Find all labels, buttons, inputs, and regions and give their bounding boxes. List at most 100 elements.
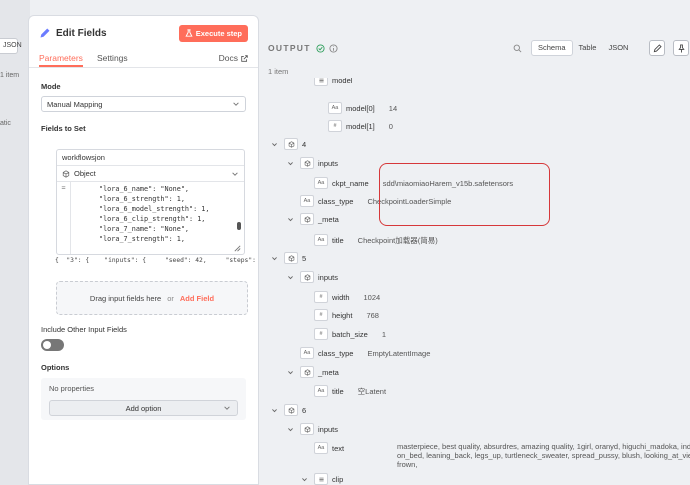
string-type-icon: Aa (314, 442, 328, 454)
string-type-icon: Aa (314, 177, 328, 189)
schema-key: text (332, 443, 345, 453)
object-type-icon (300, 271, 314, 283)
docs-link[interactable]: Docs (219, 53, 248, 67)
code-line: "lora_7_strength": 1, (99, 235, 185, 243)
view-schema[interactable]: Schema (531, 40, 573, 56)
schema-key: _meta (318, 214, 339, 224)
schema-key: inputs (318, 158, 339, 168)
schema-value: EmptyLatentImage (367, 348, 431, 358)
execute-step-label: Execute step (195, 28, 242, 38)
schema-value: 1024 (363, 292, 381, 302)
schema-key: clip (332, 474, 344, 484)
schema-key: model[1] (346, 121, 375, 131)
schema-value: Checkpoint加载器(简易) (357, 235, 438, 245)
schema-key: height (332, 310, 353, 320)
schema-key: model[0] (346, 103, 375, 113)
schema-row-width: # width 1024 (314, 290, 380, 304)
flask-icon (185, 29, 193, 37)
field-name-input[interactable]: workflowsjon (57, 150, 244, 166)
object-type-icon (284, 138, 298, 150)
chevron-down-icon[interactable] (287, 274, 294, 281)
schema-row-model-0-: Aa model[0] 14 (328, 101, 397, 115)
field-type-select[interactable]: Object (57, 166, 244, 182)
view-table[interactable]: Table (573, 40, 603, 56)
schema-value: 0 (388, 121, 393, 131)
schema-key: inputs (318, 272, 339, 282)
chevron-down-icon[interactable] (301, 476, 308, 483)
object-type-icon (300, 157, 314, 169)
panel-header: Edit Fields Execute step (29, 16, 258, 50)
chevron-down-icon[interactable] (271, 407, 278, 414)
execute-step-button[interactable]: Execute step (178, 24, 248, 42)
schema-row-clip[interactable]: clip (301, 472, 351, 485)
search-icon[interactable] (513, 44, 522, 53)
add-option-label: Add option (125, 403, 162, 413)
schema-row-model: model (314, 78, 360, 87)
schema-key: model (332, 78, 353, 85)
schema-key: 6 (302, 405, 307, 415)
tab-settings[interactable]: Settings (97, 53, 128, 67)
pin-output-button[interactable] (673, 40, 689, 56)
field-entry: workflowsjon Object = "lora_6_name": "No… (56, 149, 245, 255)
options-box: No properties Add option (41, 378, 246, 420)
schema-row-5[interactable]: 5 (271, 251, 314, 265)
panel-tabs: Parameters Settings Docs (29, 50, 258, 68)
schema-key: class_type (318, 348, 354, 358)
edit-output-button[interactable] (649, 40, 665, 56)
schema-value: 空Latent (357, 386, 387, 396)
include-other-fields-toggle[interactable] (41, 339, 64, 351)
tab-parameters[interactable]: Parameters (39, 53, 83, 67)
schema-key: _meta (318, 367, 339, 377)
field-value-editor[interactable]: = "lora_6_name": "None", "lora_6_strength… (57, 182, 244, 254)
no-properties-text: No properties (49, 384, 95, 393)
code-line: "lora_6_clip_strength": 1, (99, 215, 206, 223)
output-item-count: 1 item (268, 67, 289, 76)
options-label: Options (41, 363, 70, 372)
output-header: OUTPUT Schema Table JSON (268, 38, 690, 58)
chevron-down-icon[interactable] (271, 141, 278, 148)
drop-zone[interactable]: Drag input fields here or Add Field (56, 281, 248, 315)
add-field-link[interactable]: Add Field (180, 294, 214, 303)
schema-key: width (332, 292, 350, 302)
chevron-down-icon[interactable] (287, 216, 294, 223)
schema-row-title: Aa title Checkpoint加载器(简易) (314, 233, 438, 247)
background-json-button[interactable]: JSON (0, 38, 22, 54)
string-type-icon: Aa (314, 385, 328, 397)
view-json[interactable]: JSON (602, 40, 634, 56)
chevron-down-icon[interactable] (287, 426, 294, 433)
chevron-down-icon[interactable] (287, 160, 294, 167)
editor-scrollbar[interactable] (237, 184, 241, 234)
chevron-down-icon[interactable] (287, 369, 294, 376)
chevron-down-icon (233, 102, 239, 106)
toggle-knob (43, 341, 51, 349)
schema-key: title (332, 386, 344, 396)
schema-row-inputs[interactable]: inputs (287, 156, 346, 170)
schema-value: masterpiece, best quality, absurdres, am… (397, 442, 690, 469)
schema-row-inputs[interactable]: inputs (287, 270, 346, 284)
schema-key: 5 (302, 253, 307, 263)
schema-row--meta[interactable]: _meta (287, 212, 347, 226)
mode-label: Mode (41, 82, 61, 91)
schema-value: 14 (388, 103, 398, 113)
mode-select[interactable]: Manual Mapping (41, 96, 246, 112)
scrollbar-thumb[interactable] (237, 222, 241, 230)
chevron-down-icon[interactable] (271, 255, 278, 262)
expand-icon[interactable] (233, 244, 242, 253)
schema-row-4[interactable]: 4 (271, 137, 314, 151)
object-type-icon (300, 423, 314, 435)
info-icon[interactable] (329, 43, 338, 53)
schema-row--meta[interactable]: _meta (287, 365, 347, 379)
schema-row-6[interactable]: 6 (271, 403, 314, 417)
chevron-down-icon (232, 171, 238, 176)
external-link-icon (241, 54, 248, 62)
background-label: atic (0, 120, 11, 127)
add-option-button[interactable]: Add option (49, 400, 238, 416)
string-type-icon: Aa (300, 195, 314, 207)
fields-to-set-label: Fields to Set (41, 124, 86, 133)
code-line: "lora_7_name": "None", (99, 225, 190, 233)
object-type-icon (300, 366, 314, 378)
schema-row-inputs[interactable]: inputs (287, 422, 346, 436)
schema-tree: model Aa model[0] 14 # model[1] 0 4 inputs Aa ckpt… (268, 78, 690, 485)
pin-icon (677, 43, 685, 53)
code-lines: "lora_6_name": "None", "lora_6_strength":… (71, 182, 244, 254)
